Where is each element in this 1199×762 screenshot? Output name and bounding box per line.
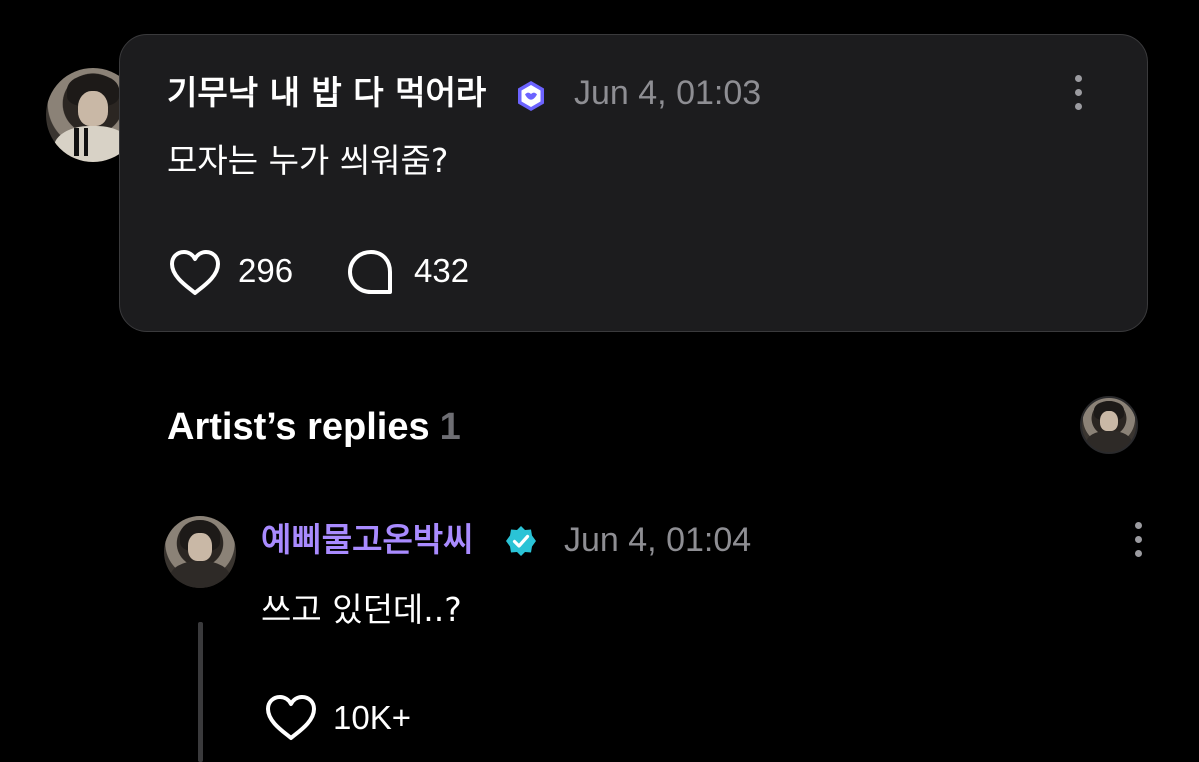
- verified-badge-icon: [506, 526, 536, 556]
- avatar-body: [169, 560, 231, 588]
- post-text: 모자는 누가 씌워줌?: [167, 141, 449, 180]
- reply-author-name[interactable]: 예삐물고온박씨: [261, 520, 474, 560]
- like-heart-icon[interactable]: [168, 249, 222, 297]
- artist-avatar[interactable]: [1080, 396, 1138, 454]
- dot: [1135, 522, 1142, 529]
- reply-author-avatar[interactable]: [164, 516, 236, 588]
- dot: [1075, 89, 1082, 96]
- reply-more-options-button[interactable]: [1127, 518, 1151, 562]
- verified-badge-icon: [518, 81, 544, 111]
- comment-bubble-icon[interactable]: [346, 248, 396, 298]
- post-author-name[interactable]: 기무낙 내 밥 다 먹어라: [167, 73, 486, 113]
- artist-replies-title: Artist’s replies: [167, 406, 430, 448]
- artist-replies-count: 1: [439, 406, 461, 448]
- avatar-face: [77, 90, 109, 127]
- avatar-face: [188, 533, 212, 561]
- reply-timestamp: Jun 4, 01:04: [564, 521, 752, 559]
- avatar-face: [1100, 410, 1118, 432]
- like-heart-icon[interactable]: [264, 694, 318, 742]
- post-like-count: 296: [238, 252, 294, 289]
- dot: [1135, 536, 1142, 543]
- avatar-stripe: [74, 128, 79, 157]
- dot: [1075, 75, 1082, 82]
- dot: [1135, 550, 1142, 557]
- dot: [1075, 103, 1082, 110]
- post-card[interactable]: 기무낙 내 밥 다 먹어라 Jun 4, 01:03 모자는 누가 씌워줌? 2…: [119, 34, 1148, 332]
- reply-text: 쓰고 있던데..?: [261, 590, 462, 629]
- thread-line: [198, 622, 203, 762]
- post-more-options-button[interactable]: [1067, 71, 1091, 115]
- avatar-body: [1086, 431, 1132, 452]
- post-comment-count: 432: [414, 252, 470, 289]
- artist-replies-heading: Artist’s replies 1: [167, 404, 461, 450]
- avatar-stripe: [83, 128, 89, 157]
- reply-like-count: 10K+: [333, 699, 411, 736]
- post-timestamp: Jun 4, 01:03: [574, 74, 762, 112]
